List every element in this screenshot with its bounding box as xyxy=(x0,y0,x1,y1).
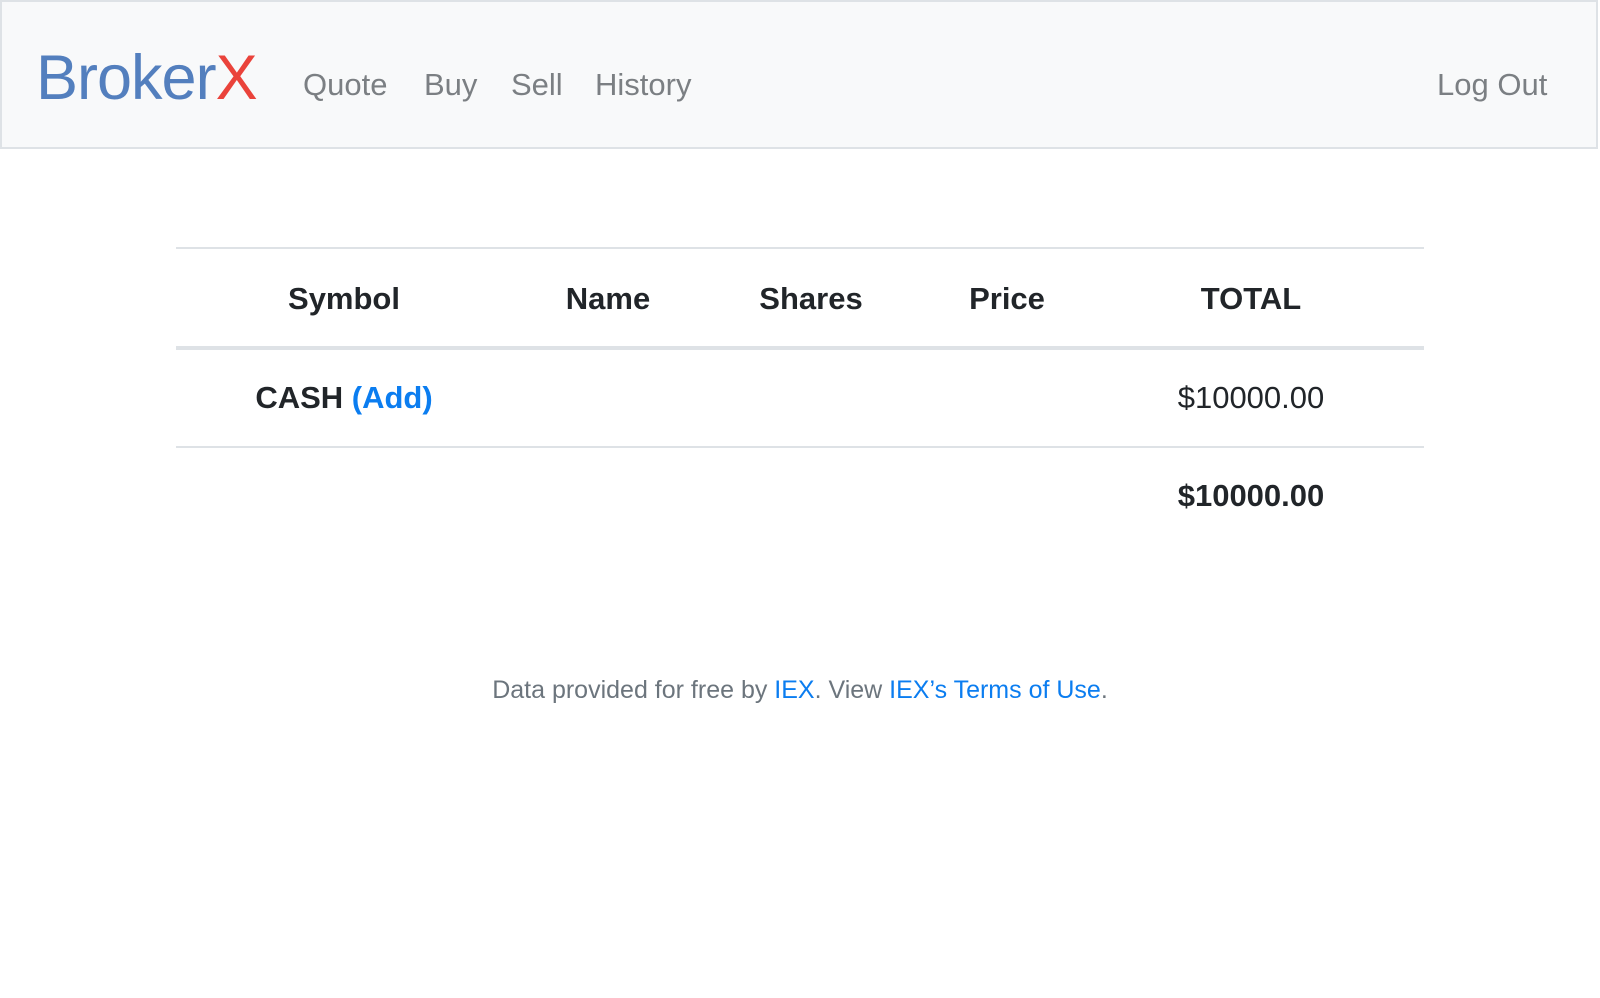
add-cash-link[interactable]: (Add) xyxy=(352,380,433,415)
navbar: BrokerX Quote Buy Sell History Log Out xyxy=(0,0,1598,149)
brand-logo[interactable]: BrokerX xyxy=(36,40,258,116)
column-header-symbol: Symbol xyxy=(288,281,400,316)
iex-terms-link[interactable]: IEX’s Terms of Use xyxy=(889,676,1101,704)
brand-logo-part2: X xyxy=(215,43,258,113)
iex-link[interactable]: IEX xyxy=(774,676,814,704)
nav-link-buy[interactable]: Buy xyxy=(424,64,477,106)
logout-link[interactable]: Log Out xyxy=(1437,64,1547,106)
table-row-divider xyxy=(176,446,1424,448)
cash-label: CASH xyxy=(255,380,344,415)
nav-link-history[interactable]: History xyxy=(595,64,691,106)
column-header-name: Name xyxy=(565,281,651,316)
column-header-shares: Shares xyxy=(759,281,863,316)
table-top-border xyxy=(176,247,1424,249)
cash-total-value: $10000.00 xyxy=(1177,380,1325,415)
grand-total-value: $10000.00 xyxy=(1177,478,1325,513)
nav-link-sell[interactable]: Sell xyxy=(511,64,563,106)
footer-text-before: Data provided for free by xyxy=(492,676,775,704)
column-header-price: Price xyxy=(969,281,1045,316)
footer-text-middle: . View xyxy=(814,676,890,704)
table-row-cash-symbol: CASH (Add) xyxy=(214,378,474,418)
footer-text-after: . xyxy=(1100,676,1108,704)
nav-link-quote[interactable]: Quote xyxy=(303,64,387,106)
footer-attribution: Data provided for free by IEX. View IEX’… xyxy=(0,672,1600,708)
table-header-divider xyxy=(176,346,1424,350)
column-header-total: TOTAL xyxy=(1200,281,1302,316)
brand-logo-part1: Broker xyxy=(36,43,217,113)
